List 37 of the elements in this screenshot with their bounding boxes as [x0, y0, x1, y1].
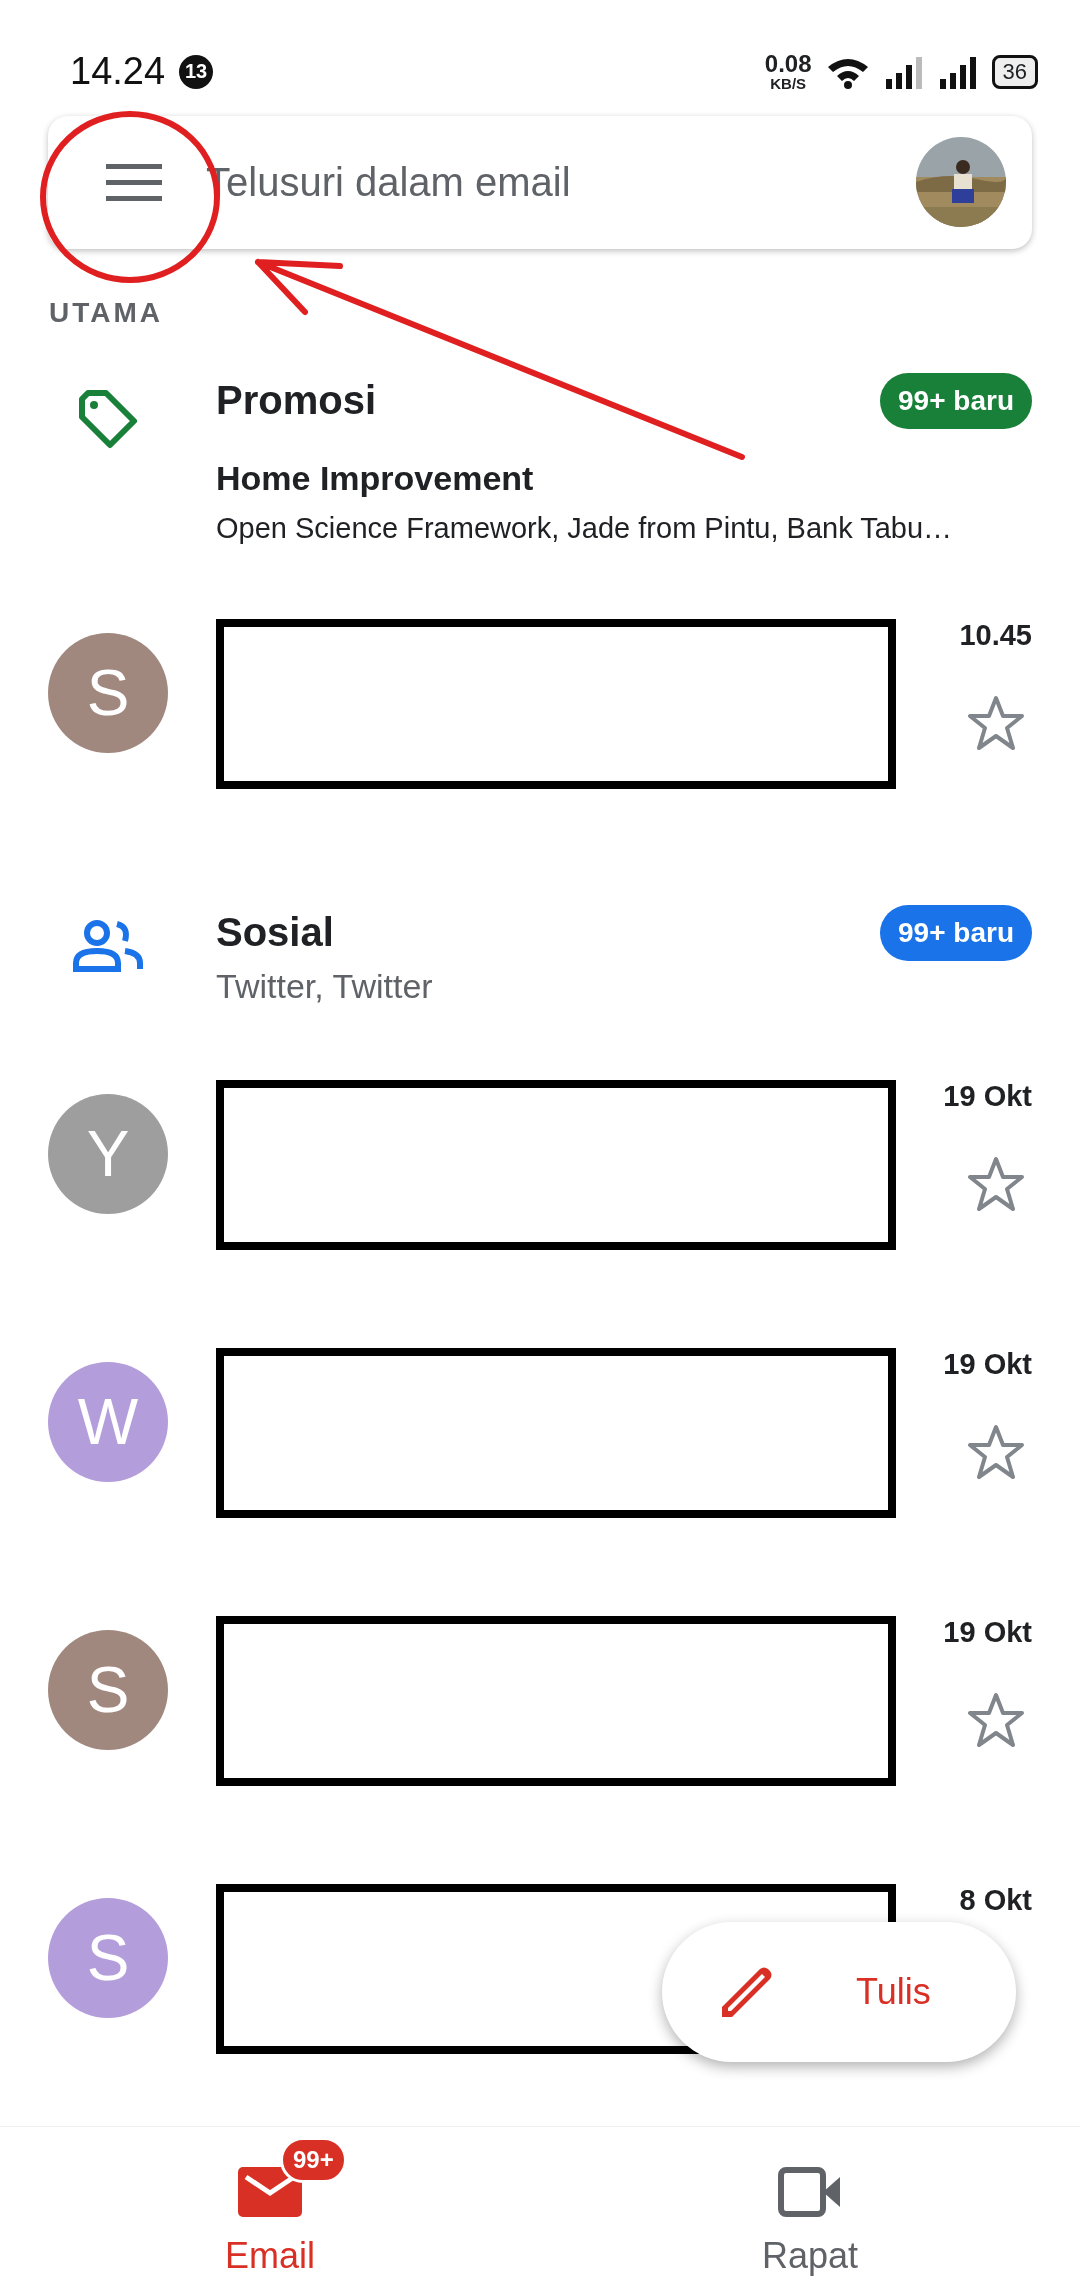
category-row[interactable]: Sosial 99+ baru Twitter, Twitter — [0, 860, 1080, 1054]
compose-button[interactable]: Tulis — [662, 1922, 1016, 2062]
menu-icon[interactable] — [106, 162, 162, 203]
mail-icon — [238, 2166, 302, 2217]
email-date: 19 Okt — [943, 1615, 1032, 1649]
nav-tab[interactable]: Rapat — [540, 2126, 1080, 2280]
new-count-badge: 99+ baru — [880, 372, 1032, 429]
section-label: UTAMA — [48, 295, 163, 329]
star-icon[interactable] — [966, 1154, 1026, 1213]
network-speed: 0.08 — [764, 52, 812, 77]
star-icon[interactable] — [966, 1422, 1026, 1481]
clock: 14.24 — [70, 50, 166, 94]
battery-level: 36 — [991, 54, 1038, 89]
video-camera-icon — [778, 2166, 842, 2217]
category-title: Promosi — [216, 378, 377, 424]
email-subject: Home Improvement — [216, 458, 534, 498]
sender-avatar: S — [48, 632, 168, 753]
signal-icon — [937, 54, 978, 89]
network-speed-unit: KB/S — [770, 76, 807, 92]
senders-text: Open Science Framework, Jade from Pintu, Bank Tabu… — [216, 511, 953, 545]
email-date: 10.45 — [959, 618, 1032, 652]
sender-avatar: W — [48, 1361, 168, 1482]
category-row[interactable]: Promosi 99+ baru Home Improvement Open Science Framework, Jade from Pintu, Bank Tabu… — [0, 328, 1080, 593]
sender-avatar: Y — [48, 1093, 168, 1214]
new-count-badge: 99+ baru — [880, 904, 1032, 961]
sender-avatar: S — [48, 1897, 168, 2018]
email-date: 19 Okt — [943, 1347, 1032, 1381]
email-date: 19 Okt — [943, 1079, 1032, 1113]
star-icon[interactable] — [966, 693, 1026, 752]
nav-tab[interactable]: 99+ Email — [0, 2126, 540, 2280]
star-icon[interactable] — [966, 1690, 1026, 1749]
signal-icon — [883, 54, 924, 89]
senders-text: Twitter, Twitter — [216, 966, 433, 1006]
sender-avatar: S — [48, 1629, 168, 1750]
email-date: 8 Okt — [959, 1883, 1032, 1917]
notification-count: 13 — [179, 54, 214, 89]
category-title: Sosial — [216, 910, 334, 956]
